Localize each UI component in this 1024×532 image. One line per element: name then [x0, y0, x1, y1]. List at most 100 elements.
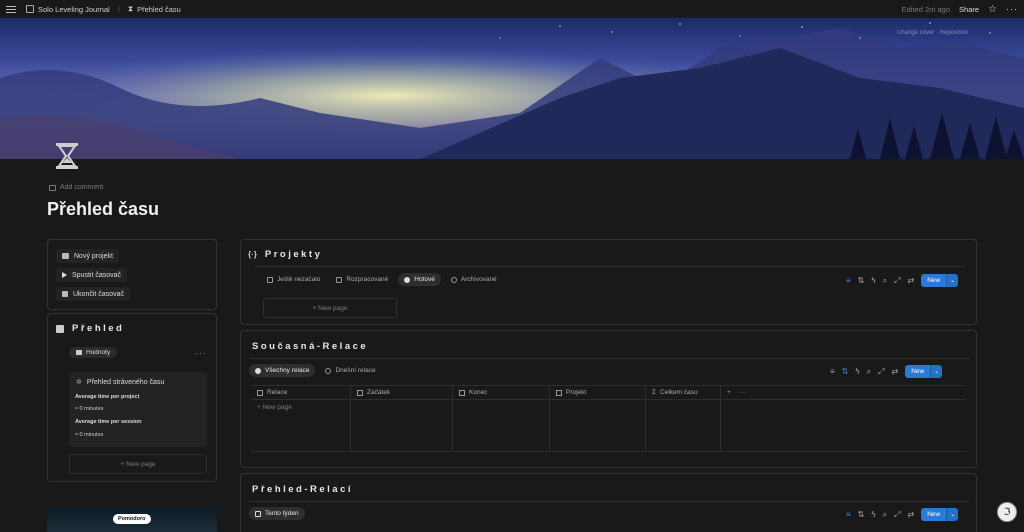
table-cell	[550, 400, 646, 451]
expand-icon[interactable]: ⤢	[894, 510, 900, 520]
breadcrumb-page[interactable]: Přehled času	[137, 5, 181, 14]
table-cell: + New page	[251, 400, 351, 451]
star-icon[interactable]: ☆	[988, 4, 997, 15]
timer-icon	[325, 367, 332, 374]
chevron-down-icon[interactable]: ⌄	[930, 365, 943, 378]
mountain-scene	[0, 18, 1024, 159]
projects-new-button[interactable]: New ⌄	[921, 274, 959, 287]
column-label: Projekt	[566, 389, 587, 396]
automation-icon[interactable]: ϟ	[871, 276, 875, 285]
start-timer-button[interactable]: Spustit časovač	[56, 268, 128, 282]
hourglass-small-icon: ⧗	[127, 4, 134, 13]
view-chip-hodnoty[interactable]: Hodnoty	[69, 347, 118, 358]
avg-project-value: ≈ 0 minutes	[75, 406, 104, 412]
tab-this-week[interactable]: Tento týden	[249, 507, 305, 520]
stop-icon	[62, 291, 68, 297]
change-cover-button[interactable]: Change cover	[897, 30, 934, 36]
overview-new-page-label: + New page	[120, 460, 156, 468]
column-header[interactable]: Relace	[251, 386, 351, 399]
sort-icon[interactable]: ⇅	[842, 367, 849, 376]
tab-label: Archivované	[460, 276, 497, 283]
view-options-icon[interactable]: ···	[195, 348, 207, 358]
column-header[interactable]: Σ Celkem času	[646, 386, 721, 399]
avg-session-value: ≈ 0 minutes	[75, 432, 104, 438]
column-header[interactable]: Konec	[453, 386, 550, 399]
cover-image: Change cover · Reposition	[0, 18, 1024, 159]
search-icon[interactable]: ⌕	[867, 367, 871, 377]
tab-done[interactable]: Hotové	[398, 273, 441, 286]
hourglass-icon[interactable]	[53, 140, 81, 172]
sessions-overview-new-button[interactable]: New ⌄	[921, 508, 959, 521]
play-icon	[62, 272, 67, 278]
page-title[interactable]: Přehled času	[47, 199, 159, 220]
cover-controls: Change cover · Reposition	[896, 30, 968, 36]
current-session-heading: Současná-Relace	[252, 341, 368, 352]
more-icon[interactable]: ···	[739, 389, 746, 396]
add-comment-button[interactable]: Add comment	[49, 184, 103, 191]
tab-today-sessions[interactable]: Dnešní relace	[319, 364, 381, 377]
new-button-label: New	[921, 274, 947, 287]
filter-icon[interactable]: ≡	[846, 276, 851, 285]
pomodoro-embed[interactable]: Pomodoro	[47, 507, 217, 532]
table-new-page-button[interactable]: + New page	[257, 404, 292, 411]
avg-project-label: Average time per project	[75, 394, 140, 400]
new-project-label: Nový projekt	[74, 252, 113, 260]
column-header[interactable]: Začátek	[351, 386, 453, 399]
share-button[interactable]: Share	[959, 5, 979, 14]
chevron-down-icon[interactable]: ⌄	[946, 508, 959, 521]
sessions-table: Relace Začátek Konec Projekt Σ Celkem čas…	[251, 385, 966, 452]
tab-archived[interactable]: Archivované	[445, 273, 503, 286]
settings-icon[interactable]: ⇄	[908, 276, 915, 285]
help-icon[interactable]: ℑ	[997, 502, 1017, 522]
more-icon[interactable]: ···	[1006, 4, 1018, 14]
avg-session-label: Average time per session	[75, 419, 142, 425]
edited-status: Edited 2m ago	[901, 4, 951, 14]
overview-title: Přehled	[72, 323, 125, 334]
journal-icon	[26, 5, 34, 13]
tab-not-started[interactable]: Ještě nezačalo	[261, 273, 326, 286]
session-new-button[interactable]: New ⌄	[905, 365, 943, 378]
sessions-overview-heading: Přehled-Relací	[252, 484, 353, 495]
projects-new-page-card[interactable]: + New page	[263, 298, 397, 318]
overview-new-page-button[interactable]: + New page	[69, 454, 207, 474]
sessions-overview-tabs: Tento týden	[249, 507, 305, 520]
sessions-overview-panel: Přehled-Relací Tento týden ≡ ⇅ ϟ ⌕ ⤢ ⇄ N…	[240, 473, 977, 532]
tab-in-progress[interactable]: Rozpracované	[330, 273, 394, 286]
sort-icon[interactable]: ⇅	[858, 510, 865, 519]
stats-card-title: Přehled stráveného času	[86, 378, 165, 386]
projects-title: Projekty	[264, 249, 323, 260]
reposition-button[interactable]: Reposition	[940, 30, 968, 36]
search-icon[interactable]: ⌕	[883, 510, 887, 520]
automation-icon[interactable]: ϟ	[855, 367, 859, 376]
settings-icon[interactable]: ⇄	[908, 510, 915, 519]
stats-card[interactable]: ✲ Přehled stráveného času Average time p…	[69, 372, 207, 447]
actions-panel: Nový projekt Spustit časovač Ukončit čas…	[47, 239, 217, 310]
expand-icon[interactable]: ⤢	[894, 276, 900, 286]
projects-toolbar: ≡ ⇅ ϟ ⌕ ⤢ ⇄ New ⌄	[846, 274, 959, 287]
tab-label: Tento týden	[265, 510, 299, 517]
tab-all-sessions[interactable]: Všechny relace	[249, 364, 316, 377]
search-icon[interactable]: ⌕	[883, 276, 887, 286]
sigma-icon: Σ	[652, 389, 657, 396]
expand-icon[interactable]: ⤢	[878, 367, 884, 377]
chart-icon	[56, 324, 64, 333]
column-header[interactable]: Projekt	[550, 386, 646, 399]
automation-icon[interactable]: ϟ	[871, 510, 875, 519]
stop-timer-button[interactable]: Ukončit časovač	[56, 287, 130, 301]
breadcrumb-workspace[interactable]: Solo Leveling Journal	[38, 5, 110, 14]
settings-icon[interactable]: ⇄	[892, 367, 899, 376]
filter-icon[interactable]: ≡	[830, 367, 835, 376]
tab-label: Všechny relace	[265, 367, 310, 374]
add-column-icon[interactable]: +	[727, 389, 731, 396]
top-bar: Solo Leveling Journal / ⧗ Přehled času E…	[0, 0, 1024, 18]
chevron-down-icon[interactable]: ⌄	[946, 274, 959, 287]
add-comment-label: Add comment	[60, 184, 104, 191]
sessions-overview-toolbar: ≡ ⇅ ϟ ⌕ ⤢ ⇄ New ⌄	[846, 508, 959, 521]
new-project-button[interactable]: Nový projekt	[56, 249, 119, 263]
start-timer-label: Spustit časovač	[72, 271, 122, 279]
filter-icon[interactable]: ≡	[846, 510, 851, 519]
table-body: + New page	[251, 400, 966, 452]
menu-icon[interactable]	[6, 3, 18, 15]
comment-icon	[49, 184, 56, 191]
sort-icon[interactable]: ⇅	[858, 276, 865, 285]
